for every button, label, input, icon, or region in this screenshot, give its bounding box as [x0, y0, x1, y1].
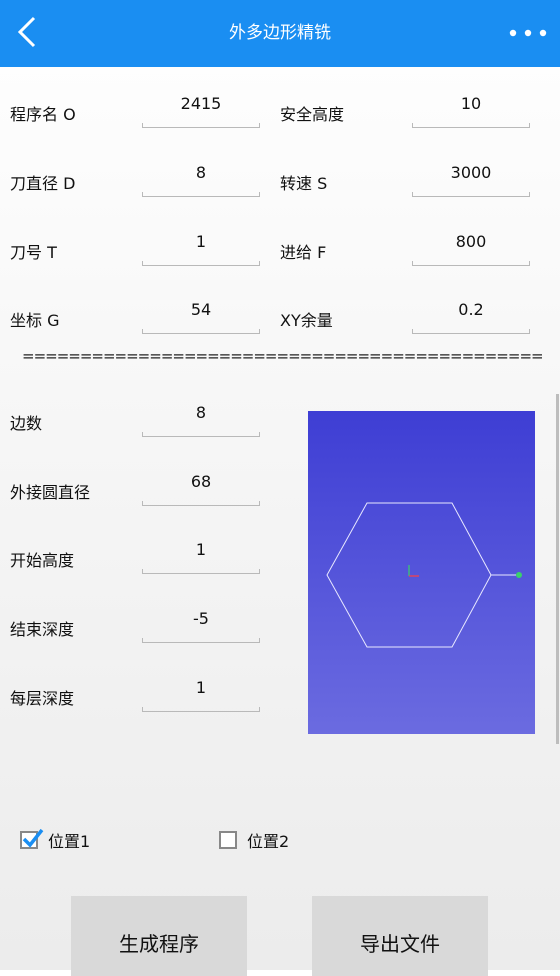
safe-height-label: 安全高度: [280, 105, 345, 124]
toolpath-preview: [308, 411, 535, 734]
lead-in-point-marker: [516, 572, 522, 578]
layer-depth-field[interactable]: 1: [142, 678, 260, 712]
spindle-speed-field[interactable]: 3000: [412, 163, 530, 197]
spindle-speed-label: 转速 S: [280, 174, 328, 193]
circumscribed-diameter-label: 外接圆直径: [10, 483, 91, 502]
end-depth-field[interactable]: -5: [142, 609, 260, 643]
tool-number-label: 刀号 T: [10, 243, 57, 262]
tool-diameter-field[interactable]: 8: [142, 163, 260, 197]
position2-label: 位置2: [247, 832, 290, 851]
position1-checkbox[interactable]: 位置1: [20, 828, 90, 852]
scrollbar[interactable]: [556, 394, 559, 744]
top-bar: 外多边形精铣: [0, 0, 560, 67]
coordinate-field[interactable]: 54: [142, 300, 260, 334]
safe-height-field[interactable]: 10: [412, 94, 530, 128]
section-divider: ========================================…: [22, 347, 542, 365]
layer-depth-label: 每层深度: [10, 689, 75, 708]
xy-allowance-field[interactable]: 0.2: [412, 300, 530, 334]
start-height-field[interactable]: 1: [142, 540, 260, 574]
feed-rate-field[interactable]: 800: [412, 232, 530, 266]
coordinate-label: 坐标 G: [10, 311, 60, 330]
position2-checkbox[interactable]: 位置2: [219, 828, 289, 852]
sides-label: 边数: [10, 414, 43, 433]
tool-diameter-label: 刀直径 D: [10, 174, 76, 193]
checkbox-checked-icon: [20, 828, 44, 849]
end-depth-label: 结束深度: [10, 620, 75, 639]
position1-label: 位置1: [48, 832, 91, 851]
program-name-label: 程序名 O: [10, 105, 76, 124]
tool-number-field[interactable]: 1: [142, 232, 260, 266]
program-name-field[interactable]: 2415: [142, 94, 260, 128]
export-file-button[interactable]: 导出文件: [312, 896, 488, 976]
checkbox-unchecked-icon: [219, 831, 237, 849]
circumscribed-diameter-field[interactable]: 68: [142, 472, 260, 506]
more-options-icon[interactable]: [508, 24, 548, 42]
sides-field[interactable]: 8: [142, 403, 260, 437]
feed-rate-label: 进给 F: [280, 243, 327, 262]
page-title: 外多边形精铣: [229, 23, 331, 43]
xy-allowance-label: XY余量: [280, 311, 333, 330]
hexagon-preview-drawing: [326, 502, 522, 648]
start-height-label: 开始高度: [10, 551, 75, 570]
generate-program-button[interactable]: 生成程序: [71, 896, 247, 976]
